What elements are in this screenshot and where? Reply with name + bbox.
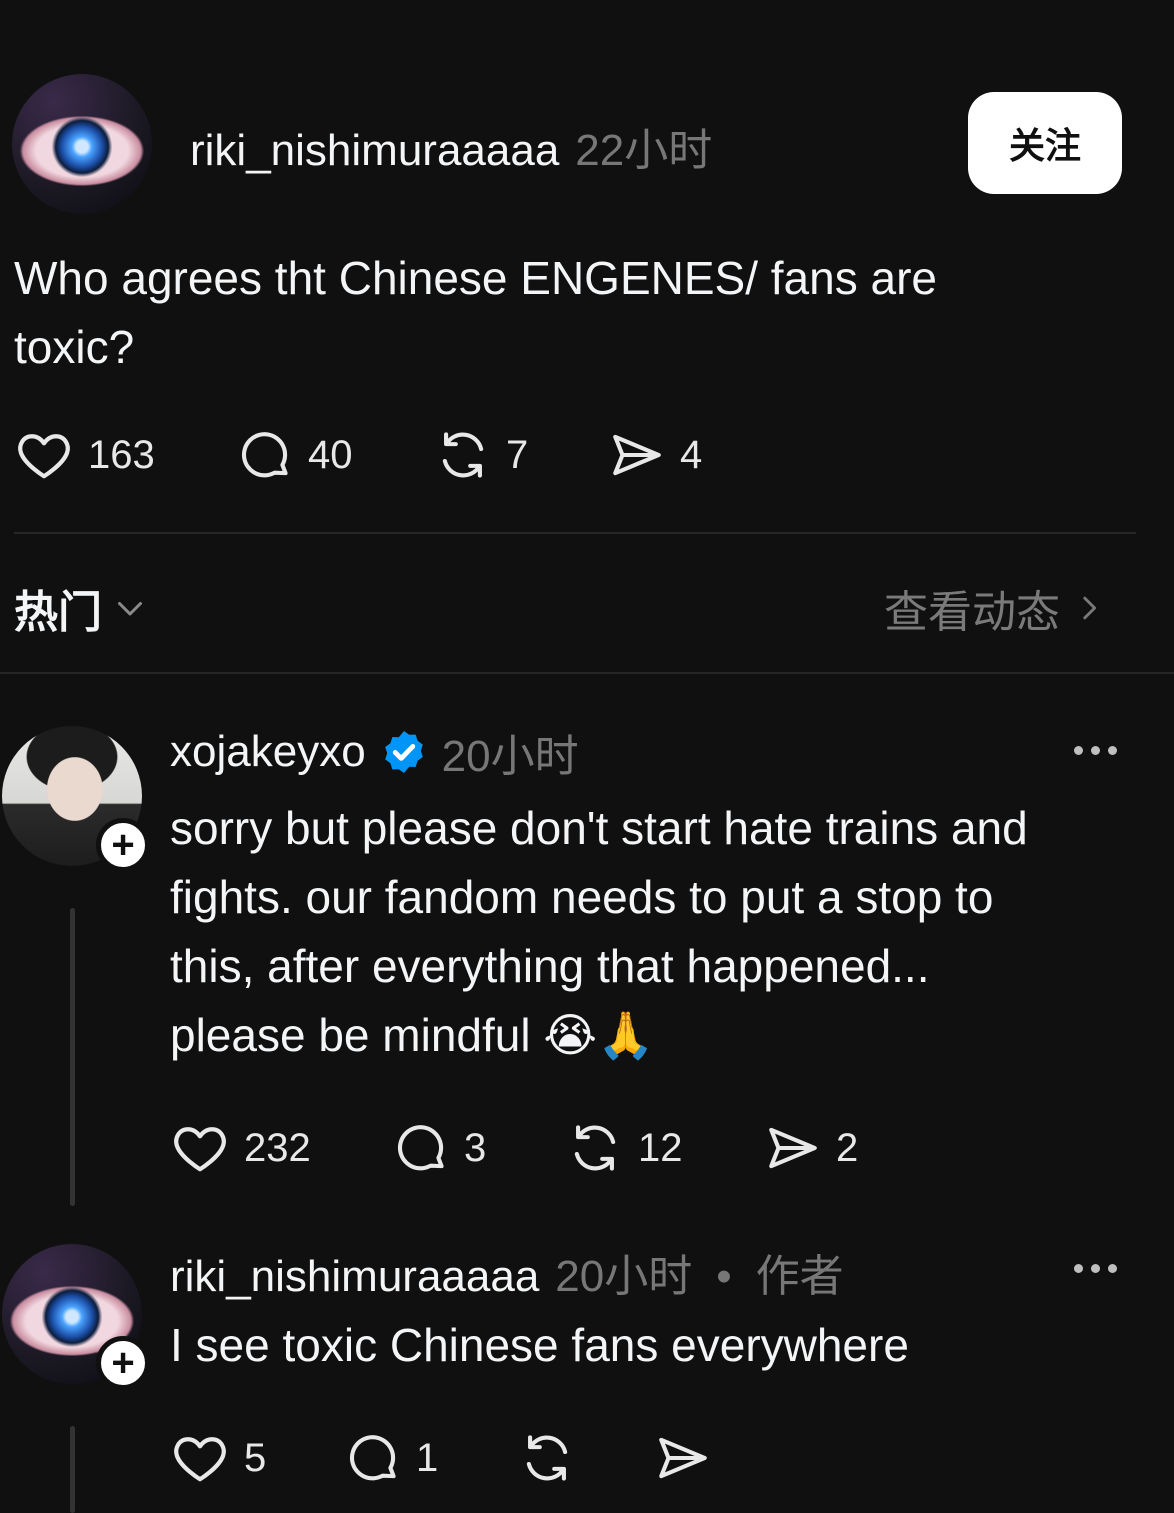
author-avatar[interactable] [12, 74, 152, 214]
sort-label: 热门 [14, 588, 102, 637]
reply-username[interactable]: riki_nishimuraaaaa [170, 1252, 539, 1302]
comment-button[interactable]: 3 [392, 1118, 486, 1178]
reply-text-line: fights. our fandom needs to put a stop t… [170, 871, 994, 923]
thread-line [70, 908, 75, 1206]
reply-header: riki_nishimuraaaaa 20小时 • 作者 [170, 1240, 844, 1304]
reply-text-line: please be mindful 😭🙏 [170, 1009, 655, 1061]
reply-header: xojakeyxo 20小时 [170, 724, 579, 781]
chevron-down-icon [118, 602, 142, 616]
repost-button[interactable] [518, 1428, 576, 1488]
post-time: 22小时 [575, 126, 713, 175]
reply-text: I see toxic Chinese fans everywhere [170, 1311, 1150, 1380]
divider [14, 532, 1136, 534]
send-icon [613, 434, 661, 476]
follow-plus-icon[interactable]: + [96, 1336, 150, 1390]
follow-plus-icon[interactable]: + [96, 818, 150, 872]
reply-text: sorry but please don't start hate trains… [170, 794, 1150, 1070]
like-count: 5 [244, 1435, 267, 1480]
comment-button[interactable]: 1 [344, 1428, 438, 1488]
like-button[interactable]: 5 [170, 1428, 266, 1488]
send-icon [659, 1437, 707, 1479]
share-button[interactable]: 4 [608, 425, 702, 485]
verified-badge-icon [384, 731, 423, 773]
comment-bubble-icon [349, 1435, 396, 1481]
thread-line [70, 1426, 75, 1513]
comment-count: 1 [416, 1435, 439, 1480]
post-header: riki_nishimuraaaaa 22小时 [190, 114, 712, 178]
comment-count: 3 [464, 1125, 487, 1170]
reply-text-line: I see toxic Chinese fans everywhere [170, 1319, 909, 1371]
view-activity-label: 查看动态 [884, 588, 1060, 637]
repost-icon [442, 432, 484, 478]
repost-count: 12 [638, 1125, 683, 1170]
comment-bubble-icon [241, 432, 288, 478]
share-count: 2 [836, 1125, 859, 1170]
send-icon [769, 1127, 817, 1169]
reply-username[interactable]: xojakeyxo [170, 727, 366, 777]
post-actions: 163 40 7 4 [14, 425, 774, 485]
reply-actions: 5 1 [170, 1428, 770, 1488]
reply-actions: 232 3 12 2 [170, 1118, 930, 1178]
sort-dropdown[interactable]: 热门 [14, 576, 148, 640]
reply-time: 20小时 [441, 732, 579, 781]
like-button[interactable]: 163 [14, 425, 155, 485]
repost-count: 7 [506, 432, 529, 477]
reply-text-line: this, after everything that happened... [170, 940, 930, 992]
repost-button[interactable]: 7 [434, 425, 528, 485]
comment-button[interactable]: 40 [236, 425, 353, 485]
like-count: 163 [88, 432, 155, 477]
share-button[interactable] [654, 1428, 712, 1488]
more-dots-icon[interactable] [1074, 1264, 1117, 1273]
reply-text-line: sorry but please don't start hate trains… [170, 802, 1028, 854]
more-dots-icon[interactable] [1074, 746, 1117, 755]
post-text: Who agrees tht Chinese ENGENES/ fans are… [14, 244, 1134, 382]
view-activity-link[interactable]: 查看动态 [884, 576, 1106, 640]
post-text-line: toxic? [14, 321, 135, 373]
heart-icon [18, 434, 70, 479]
reply-time: 20小时 [555, 1252, 693, 1301]
repost-icon [526, 1435, 568, 1481]
follow-button[interactable]: 关注 [968, 92, 1122, 194]
repost-icon [574, 1125, 616, 1171]
post-username[interactable]: riki_nishimuraaaaa [190, 126, 559, 176]
share-button[interactable]: 2 [764, 1118, 858, 1178]
separator-dot: • [716, 1252, 732, 1301]
heart-icon [174, 1437, 226, 1482]
heart-icon [174, 1127, 226, 1172]
like-button[interactable]: 232 [170, 1118, 311, 1178]
comment-count: 40 [308, 432, 353, 477]
like-count: 232 [244, 1125, 311, 1170]
author-tag: 作者 [755, 1252, 844, 1301]
post-text-line: Who agrees tht Chinese ENGENES/ fans are [14, 252, 937, 304]
divider [0, 672, 1174, 674]
share-count: 4 [680, 432, 703, 477]
chevron-right-icon [1083, 596, 1097, 620]
repost-button[interactable]: 12 [566, 1118, 683, 1178]
comment-bubble-icon [397, 1125, 444, 1171]
